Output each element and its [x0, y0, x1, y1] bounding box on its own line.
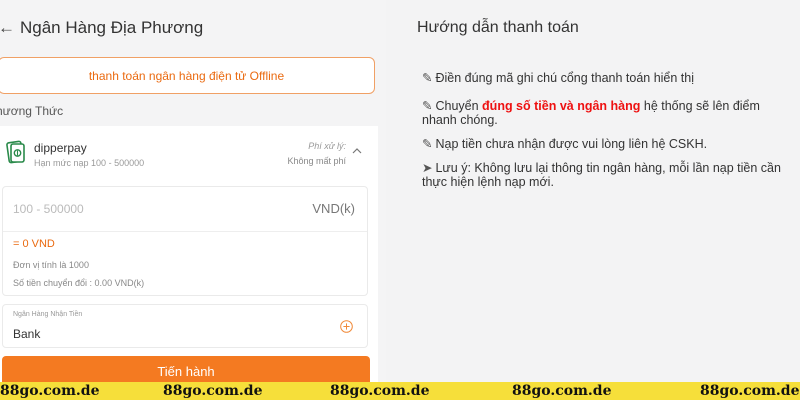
guide-text: Nạp tiền chưa nhận được vui lòng liên hệ… — [435, 137, 708, 151]
pencil-icon: ✎ — [422, 71, 433, 85]
guide-highlight: đúng số tiền và ngân hàng — [482, 99, 641, 113]
tab-offline-banking[interactable]: thanh toán ngân hàng điện tử Offline — [0, 57, 375, 94]
watermark-banner: 88go.com.de 88go.com.de 88go.com.de 88go… — [0, 382, 800, 400]
amount-input[interactable]: 100 - 500000 — [13, 202, 84, 216]
guide-list: ✎ Điền đúng mã ghi chú cổng thanh toán hi… — [422, 71, 790, 195]
arrow-right-icon: ➤ — [422, 161, 433, 175]
bank-value: Bank — [13, 327, 41, 341]
amount-input-box: 100 - 500000 VND(k) = 0 VND Đơn vị tính … — [2, 186, 368, 296]
pencil-icon: ✎ — [422, 99, 433, 113]
guide-item: ✎ Điền đúng mã ghi chú cổng thanh toán hi… — [422, 71, 790, 85]
method-limit: Hạn mức nạp 100 - 500000 — [34, 158, 145, 168]
conversion-note: Số tiền chuyển đổi : 0.00 VND(k) — [13, 278, 145, 288]
pencil-icon: ✎ — [422, 137, 433, 151]
page-header: ← Ngân Hàng Địa Phương — [0, 13, 203, 43]
watermark-text: 88go.com.de — [700, 383, 800, 399]
guide-text: Lưu ý: Không lưu lại thông tin ngân hàng… — [422, 161, 781, 189]
payment-form-panel: ← Ngân Hàng Địa Phương thanh toán ngân h… — [0, 0, 386, 400]
money-card-icon — [6, 140, 25, 164]
plus-circle-icon[interactable] — [340, 320, 353, 333]
payment-guide-panel: Hướng dẫn thanh toán ✎ Điền đúng mã ghi c… — [386, 0, 800, 400]
unit-note: Đơn vị tính là 1000 — [13, 260, 89, 270]
guide-item: ✎ Nạp tiền chưa nhận được vui lòng liên h… — [422, 137, 790, 151]
fee-label: Phí xử lý: — [308, 141, 346, 151]
divider — [3, 231, 367, 232]
receiving-bank-select[interactable]: Ngân Hàng Nhận Tiền Bank — [2, 304, 368, 348]
arrow-left-icon[interactable]: ← — [0, 18, 15, 38]
watermark-text: 88go.com.de — [0, 383, 100, 399]
fee-value: Không mất phí — [287, 156, 346, 166]
guide-text: Chuyển — [435, 99, 483, 113]
page-title: Ngân Hàng Địa Phương — [20, 18, 204, 37]
equivalent-amount: = 0 VND — [13, 238, 55, 250]
guide-text: Điền đúng mã ghi chú cổng thanh toán hiể… — [435, 71, 695, 85]
chevron-up-icon[interactable] — [352, 148, 362, 154]
bank-label: Ngân Hàng Nhận Tiền — [13, 311, 83, 318]
method-section-label: hương Thức — [0, 104, 64, 118]
method-name: dipperpay — [34, 141, 87, 155]
watermark-text: 88go.com.de — [330, 383, 430, 399]
amount-unit: VND(k) — [312, 201, 355, 216]
guide-title: Hướng dẫn thanh toán — [417, 19, 579, 36]
watermark-text: 88go.com.de — [512, 383, 612, 399]
watermark-text: 88go.com.de — [163, 383, 263, 399]
guide-item: ✎ Chuyển đúng số tiền và ngân hàng hệ thố… — [422, 99, 790, 127]
payment-method-row[interactable]: dipperpay Hạn mức nạp 100 - 500000 Phí x… — [0, 126, 378, 176]
guide-item: ➤ Lưu ý: Không lưu lại thông tin ngân hàn… — [422, 161, 790, 189]
